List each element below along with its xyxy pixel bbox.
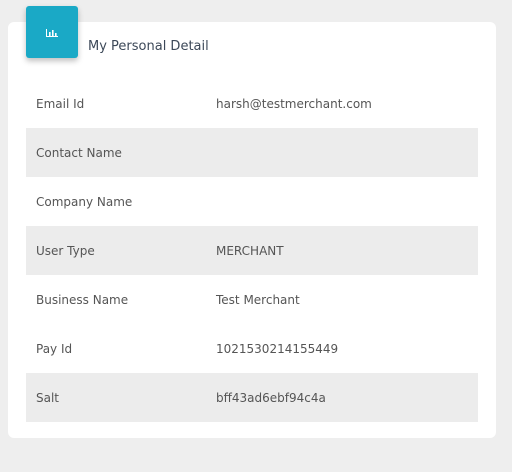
- detail-label: Pay Id: [36, 341, 73, 356]
- detail-label: Contact Name: [36, 145, 122, 160]
- detail-value: MERCHANT: [216, 243, 284, 258]
- detail-label: Salt: [36, 390, 60, 405]
- detail-row-email: Email Id harsh@testmerchant.com: [26, 79, 478, 128]
- bar-chart-icon: [46, 29, 58, 37]
- detail-label: User Type: [36, 243, 95, 258]
- page: My Personal Detail Email Id harsh@testme…: [0, 0, 512, 472]
- card-title: My Personal Detail: [88, 39, 209, 54]
- detail-row-business-name: Business Name Test Merchant: [26, 275, 478, 324]
- detail-row-company-name: Company Name: [26, 177, 478, 226]
- card-header-icon-box: [26, 6, 78, 58]
- detail-row-salt: Salt bff43ad6ebf94c4a: [26, 373, 478, 422]
- detail-value: bff43ad6ebf94c4a: [216, 390, 326, 405]
- detail-table: Email Id harsh@testmerchant.com Contact …: [26, 79, 478, 422]
- detail-value: Test Merchant: [216, 292, 300, 307]
- detail-value: harsh@testmerchant.com: [216, 96, 372, 111]
- detail-label: Email Id: [36, 96, 85, 111]
- detail-value: 1021530214155449: [216, 341, 339, 356]
- detail-row-pay-id: Pay Id 1021530214155449: [26, 324, 478, 373]
- detail-label: Business Name: [36, 292, 129, 307]
- detail-label: Company Name: [36, 194, 133, 209]
- detail-row-user-type: User Type MERCHANT: [26, 226, 478, 275]
- detail-row-contact-name: Contact Name: [26, 128, 478, 177]
